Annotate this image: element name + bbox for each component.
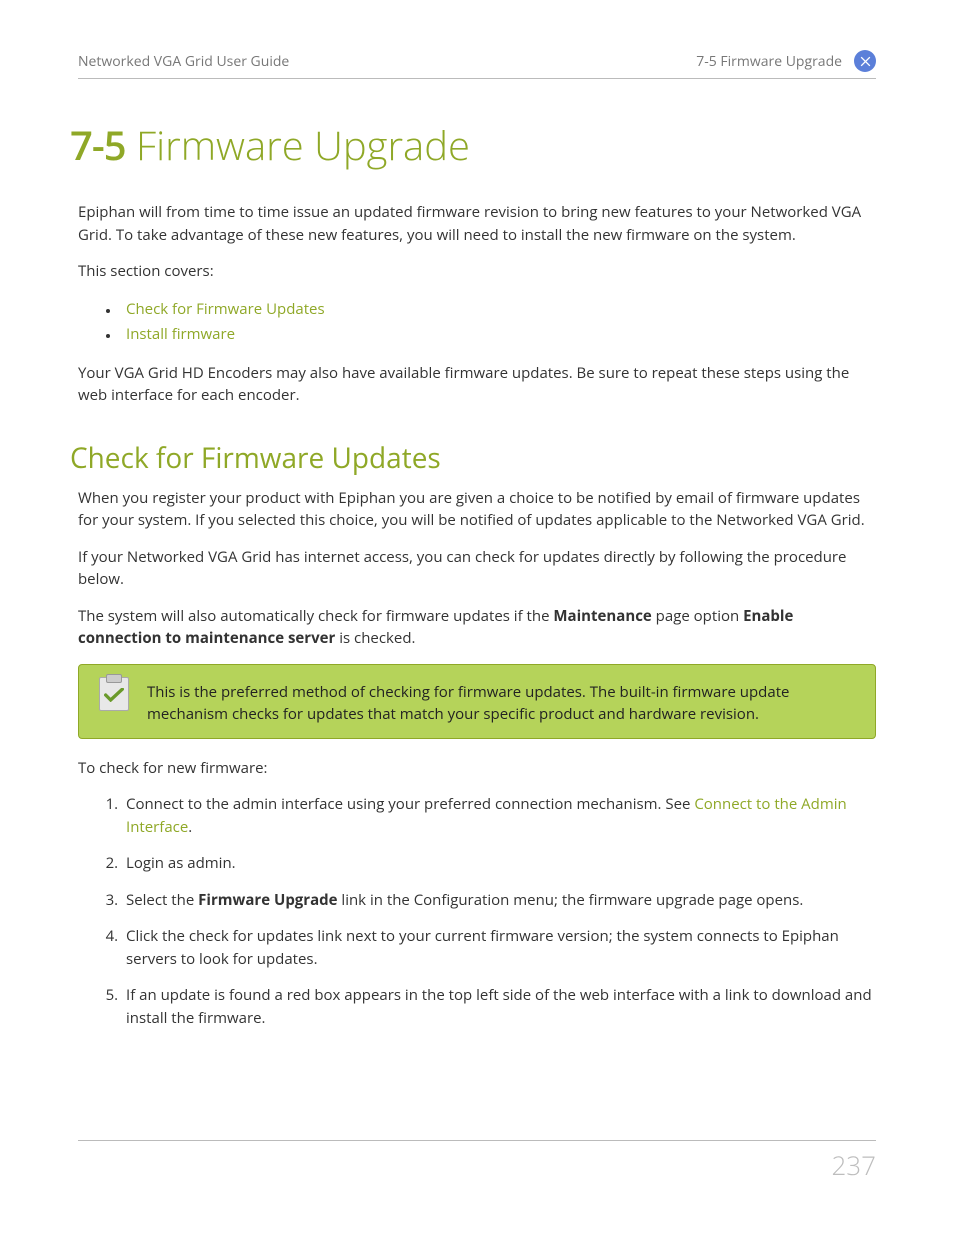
heading-check-for-updates: Check for Firmware Updates: [70, 439, 876, 477]
toc-link-install-firmware[interactable]: Install firmware: [126, 324, 235, 344]
page-title: 7-5 Firmware Upgrade: [70, 123, 876, 167]
section-number: 7-5: [70, 117, 126, 172]
step-5: If an update is found a red box appears …: [122, 984, 876, 1043]
callout-text: This is the preferred method of checking…: [147, 675, 855, 726]
step-1: Connect to the admin interface using you…: [122, 793, 876, 852]
page-number: 237: [831, 1147, 876, 1183]
check-paragraph-3: The system will also automatically check…: [78, 605, 876, 650]
encoder-note: Your VGA Grid HD Encoders may also have …: [78, 362, 876, 407]
check-paragraph-2: If your Networked VGA Grid has internet …: [78, 546, 876, 591]
section-title: Firmware Upgrade: [136, 117, 470, 172]
callout-note: This is the preferred method of checking…: [78, 664, 876, 739]
toc-list: Check for Firmware Updates Install firmw…: [78, 297, 876, 348]
step-4: Click the check for updates link next to…: [122, 925, 876, 984]
clipboard-check-icon: [99, 677, 129, 711]
tools-icon: [854, 50, 876, 72]
check-paragraph-1: When you register your product with Epip…: [78, 487, 876, 532]
toc-link-check-updates[interactable]: Check for Firmware Updates: [126, 299, 325, 319]
step-2: Login as admin.: [122, 852, 876, 889]
steps-list: Connect to the admin interface using you…: [78, 793, 876, 1043]
header-left: Networked VGA Grid User Guide: [78, 52, 289, 71]
step-3: Select the Firmware Upgrade link in the …: [122, 889, 876, 926]
header-right: 7-5 Firmware Upgrade: [696, 52, 842, 71]
footer-rule: [78, 1140, 876, 1141]
to-check-label: To check for new firmware:: [78, 757, 876, 780]
section-covers-label: This section covers:: [78, 260, 876, 283]
page-header: Networked VGA Grid User Guide 7-5 Firmwa…: [78, 50, 876, 79]
intro-paragraph: Epiphan will from time to time issue an …: [78, 201, 876, 246]
